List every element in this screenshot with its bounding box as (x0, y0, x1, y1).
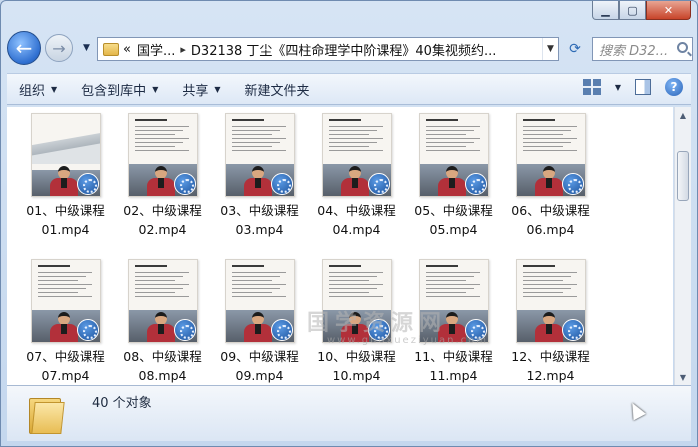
video-thumbnail[interactable] (224, 113, 295, 197)
view-controls: ▼ ? (582, 78, 683, 96)
video-thumbnail[interactable] (30, 259, 101, 343)
video-thumbnail[interactable] (321, 113, 392, 197)
file-item[interactable]: 06、中级课程 06.mp4 (502, 113, 599, 249)
media-player-icon (76, 319, 99, 341)
share-label: 共享 (182, 83, 209, 99)
file-item[interactable]: 08、中级课程 08.mp4 (114, 259, 211, 385)
scroll-thumb[interactable] (677, 151, 689, 201)
folder-icon (29, 394, 65, 434)
video-thumbnail[interactable] (127, 113, 198, 197)
media-player-icon (270, 319, 293, 341)
help-icon[interactable]: ? (665, 78, 683, 96)
file-name: 03、中级课程 03.mp4 (220, 203, 299, 237)
media-player-icon (173, 319, 196, 341)
back-button[interactable]: ← (7, 31, 41, 65)
search-icon[interactable] (677, 42, 688, 53)
video-thumbnail[interactable] (515, 113, 586, 197)
forward-button[interactable]: → (45, 34, 73, 62)
media-player-icon (173, 173, 196, 195)
media-player-icon (270, 173, 293, 195)
media-player-icon (464, 173, 487, 195)
close-icon: ✕ (663, 3, 674, 17)
view-options-chevron-icon[interactable]: ▼ (615, 83, 621, 92)
file-name: 04、中级课程 04.mp4 (317, 203, 396, 237)
file-item[interactable]: 01、中级课程 01.mp4 (17, 113, 114, 249)
scroll-up-button[interactable]: ▲ (675, 107, 691, 123)
organize-label: 组织 (19, 83, 46, 99)
recent-pages-button[interactable]: ▼ (83, 43, 90, 53)
include-in-library-menu[interactable]: 包含到库中 ▼ (69, 74, 170, 104)
file-name: 12、中级课程 12.mp4 (511, 349, 590, 383)
address-dropdown-button[interactable]: ▼ (542, 38, 558, 60)
chevron-down-icon: ▼ (51, 84, 58, 94)
video-thumbnail[interactable] (515, 259, 586, 343)
file-list-pane[interactable]: 01、中级课程 01.mp4 02、中级课程 02.mp4 03、中级课程 03.m… (7, 107, 673, 385)
maximize-button[interactable]: ▢ (619, 1, 646, 20)
command-bar: 组织 ▼ 包含到库中 ▼ 共享 ▼ 新建文件夹 ▼ ? (7, 73, 691, 105)
file-name: 10、中级课程 10.mp4 (317, 349, 396, 383)
new-folder-button[interactable]: 新建文件夹 (233, 74, 322, 104)
file-name: 01、中级课程 01.mp4 (26, 203, 105, 237)
video-thumbnail[interactable] (224, 259, 295, 343)
file-item[interactable]: 07、中级课程 07.mp4 (17, 259, 114, 385)
change-view-icon[interactable] (582, 79, 601, 95)
share-menu[interactable]: 共享 ▼ (170, 74, 232, 104)
mouse-cursor-icon (626, 399, 646, 421)
folder-icon (103, 42, 119, 56)
refresh-icon: ⟳ (569, 41, 581, 57)
preview-pane-icon[interactable] (635, 79, 651, 95)
vertical-scrollbar[interactable]: ▲ ▼ (674, 107, 691, 385)
video-thumbnail[interactable] (30, 113, 101, 197)
file-item[interactable]: 05、中级课程 05.mp4 (405, 113, 502, 249)
file-grid: 01、中级课程 01.mp4 02、中级课程 02.mp4 03、中级课程 03.m… (17, 113, 590, 385)
minimize-button[interactable]: ▁ (592, 1, 619, 20)
breadcrumb-parent[interactable]: 国学... (137, 40, 175, 59)
minimize-icon: ▁ (601, 3, 610, 17)
breadcrumb-separator[interactable]: ▸ (180, 43, 186, 56)
media-player-icon (561, 319, 584, 341)
caption-buttons: ▁ ▢ ✕ (592, 1, 691, 20)
video-thumbnail[interactable] (127, 259, 198, 343)
chevron-down-icon: ▼ (214, 84, 221, 94)
maximize-icon: ▢ (627, 3, 638, 17)
file-name: 11、中级课程 11.mp4 (414, 349, 493, 383)
organize-menu[interactable]: 组织 ▼ (7, 74, 69, 104)
video-thumbnail[interactable] (418, 113, 489, 197)
watermark-url: www.guoxueziyuan.com (327, 335, 488, 346)
search-placeholder: 搜索 D32... (599, 43, 669, 59)
address-prefix[interactable]: « (123, 42, 131, 57)
file-item[interactable]: 02、中级课程 02.mp4 (114, 113, 211, 249)
details-pane: 40 个对象 (7, 385, 691, 441)
breadcrumb-current[interactable]: D32138 丁尘《四柱命理学中阶课程》40集视频约... (191, 40, 542, 59)
file-name: 08、中级课程 08.mp4 (123, 349, 202, 383)
file-item[interactable]: 12、中级课程 12.mp4 (502, 259, 599, 385)
explorer-window: ▁ ▢ ✕ ← → ▼ « 国学... ▸ D32138 丁尘《四柱命理学中阶课… (0, 0, 698, 447)
file-item[interactable]: 03、中级课程 03.mp4 (211, 113, 308, 249)
file-name: 06、中级课程 06.mp4 (511, 203, 590, 237)
chevron-down-icon: ▼ (152, 84, 159, 94)
file-name: 07、中级课程 07.mp4 (26, 349, 105, 383)
item-count: 40 个对象 (92, 396, 152, 411)
address-bar[interactable]: « 国学... ▸ D32138 丁尘《四柱命理学中阶课程》40集视频约... … (97, 37, 559, 61)
forward-arrow-icon: → (52, 38, 66, 58)
file-name: 02、中级课程 02.mp4 (123, 203, 202, 237)
file-name: 05、中级课程 05.mp4 (414, 203, 493, 237)
new-folder-label: 新建文件夹 (244, 83, 310, 99)
file-name: 09、中级课程 09.mp4 (220, 349, 299, 383)
scroll-down-button[interactable]: ▼ (675, 369, 691, 385)
media-player-icon (561, 173, 584, 195)
search-input[interactable]: 搜索 D32... (592, 37, 693, 61)
file-item[interactable]: 04、中级课程 04.mp4 (308, 113, 405, 249)
navigation-bar: ← → ▼ « 国学... ▸ D32138 丁尘《四柱命理学中阶课程》40集视… (7, 29, 693, 67)
media-player-icon (76, 173, 99, 195)
media-player-icon (367, 173, 390, 195)
back-arrow-icon: ← (15, 36, 33, 60)
include-in-library-label: 包含到库中 (81, 83, 147, 99)
watermark-text: 国学资源网 (307, 311, 448, 336)
refresh-button[interactable]: ⟳ (563, 37, 587, 61)
file-item[interactable]: 09、中级课程 09.mp4 (211, 259, 308, 385)
close-button[interactable]: ✕ (646, 1, 691, 20)
